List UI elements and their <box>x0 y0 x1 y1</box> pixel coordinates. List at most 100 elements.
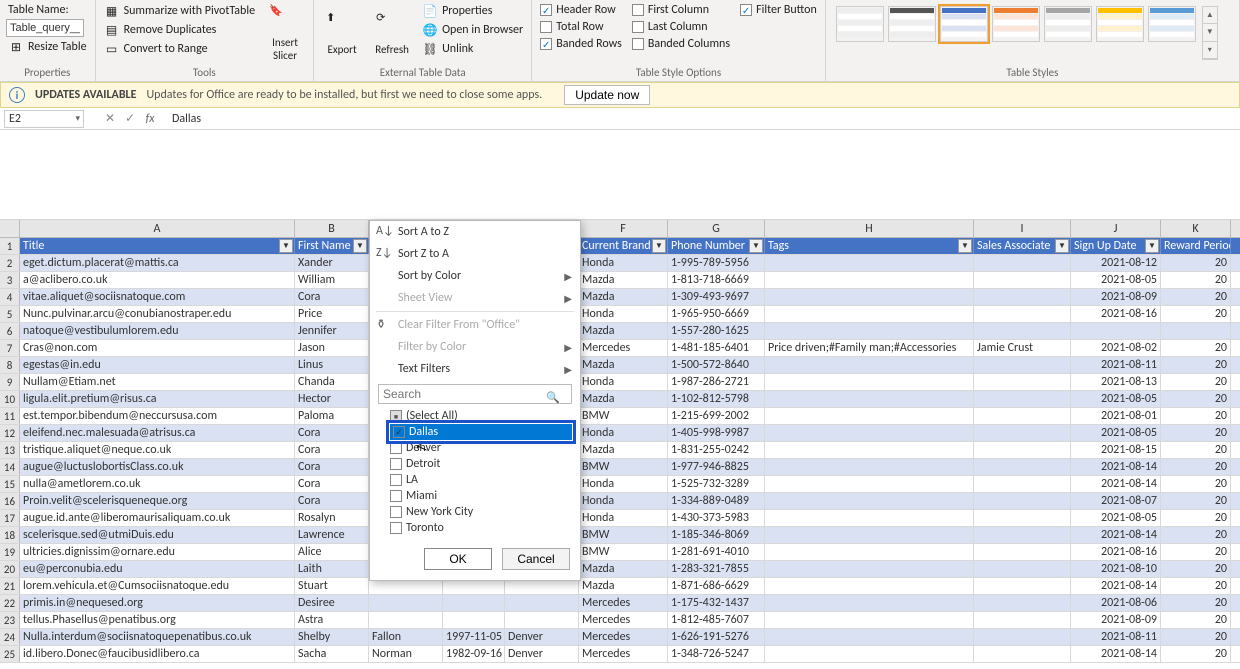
cell[interactable]: 2021-08-09 <box>1071 612 1161 628</box>
name-box[interactable]: E2 <box>4 110 84 128</box>
row-header[interactable]: 4 <box>0 289 20 305</box>
cell[interactable]: 20 <box>1161 425 1231 441</box>
cell[interactable] <box>765 510 974 526</box>
cell[interactable]: eu@perconubia.edu <box>20 561 295 577</box>
cell[interactable]: 20 <box>1161 612 1231 628</box>
row-header[interactable]: 24 <box>0 629 20 645</box>
cell[interactable] <box>369 595 443 611</box>
cell[interactable]: 2021-08-05 <box>1071 391 1161 407</box>
row-header[interactable]: 1 <box>0 238 20 254</box>
cell[interactable]: 2021-08-14 <box>1071 646 1161 662</box>
cell[interactable] <box>765 374 974 390</box>
cell[interactable]: 1-348-726-5247 <box>668 646 765 662</box>
cell[interactable]: 2021-08-14 <box>1071 459 1161 475</box>
cell[interactable] <box>974 561 1071 577</box>
cell[interactable] <box>765 527 974 543</box>
cell[interactable] <box>765 493 974 509</box>
cell[interactable]: Honda <box>579 306 668 322</box>
cell[interactable]: Honda <box>579 493 668 509</box>
filter-value-toronto[interactable]: Toronto <box>390 520 572 536</box>
cell[interactable]: BMW <box>579 408 668 424</box>
worksheet-grid[interactable]: A B C D E F G H I J K 1 Title▼ First Nam… <box>0 220 1240 663</box>
cell[interactable]: 2021-08-16 <box>1071 306 1161 322</box>
cell[interactable]: 20 <box>1161 391 1231 407</box>
filter-arrow-icon[interactable]: ▼ <box>749 239 763 253</box>
cell[interactable]: Laith <box>295 561 369 577</box>
filter-value-denver[interactable]: Denver <box>390 440 572 456</box>
cell[interactable]: 1-626-191-5276 <box>668 629 765 645</box>
cell[interactable] <box>765 408 974 424</box>
last-column-checkbox[interactable]: Last Column <box>630 19 732 35</box>
cell[interactable]: 20 <box>1161 357 1231 373</box>
cell[interactable] <box>765 459 974 475</box>
cell[interactable]: 1-557-280-1625 <box>668 323 765 339</box>
row-header[interactable]: 8 <box>0 357 20 373</box>
cell[interactable]: Mazda <box>579 578 668 594</box>
cell[interactable]: Linus <box>295 357 369 373</box>
cell[interactable]: Paloma <box>295 408 369 424</box>
row-header[interactable]: 14 <box>0 459 20 475</box>
header-row-checkbox[interactable]: Header Row <box>538 2 624 18</box>
cell[interactable] <box>974 629 1071 645</box>
filter-search-input[interactable] <box>378 384 572 404</box>
header-cell[interactable]: Sign Up Date▼ <box>1071 238 1161 254</box>
sort-az-button[interactable]: A↓Sort A to Z <box>370 221 580 243</box>
cell[interactable]: Mercedes <box>579 595 668 611</box>
cell[interactable]: scelerisque.sed@utmiDuis.edu <box>20 527 295 543</box>
cell[interactable] <box>974 306 1071 322</box>
cell[interactable]: Nulla.interdum@sociisnatoquepenatibus.co… <box>20 629 295 645</box>
cell[interactable]: 1-987-286-2721 <box>668 374 765 390</box>
cell[interactable] <box>974 578 1071 594</box>
cell[interactable]: Price <box>295 306 369 322</box>
cell[interactable]: augue.id.ante@liberomaurisaliquam.co.uk <box>20 510 295 526</box>
cell[interactable]: 20 <box>1161 272 1231 288</box>
cell[interactable]: 1-995-789-5956 <box>668 255 765 271</box>
row-header[interactable]: 21 <box>0 578 20 594</box>
col-header[interactable]: B <box>295 220 369 237</box>
cell[interactable]: Cora <box>295 442 369 458</box>
cell[interactable]: 2021-08-13 <box>1071 374 1161 390</box>
row-header[interactable]: 7 <box>0 340 20 356</box>
cell[interactable]: nulla@ametlorem.co.uk <box>20 476 295 492</box>
style-swatch[interactable] <box>1096 6 1144 42</box>
filter-value-la[interactable]: LA <box>390 472 572 488</box>
header-cell[interactable]: Phone Number▼ <box>668 238 765 254</box>
cell[interactable]: Mazda <box>579 391 668 407</box>
cell[interactable]: 20 <box>1161 493 1231 509</box>
cell[interactable] <box>974 323 1071 339</box>
filter-value-miami[interactable]: Miami <box>390 488 572 504</box>
cell[interactable] <box>765 391 974 407</box>
cell[interactable] <box>765 442 974 458</box>
cell[interactable]: Nunc.pulvinar.arcu@conubianostraper.edu <box>20 306 295 322</box>
row-header[interactable]: 15 <box>0 476 20 492</box>
cell[interactable]: 20 <box>1161 561 1231 577</box>
cell[interactable]: BMW <box>579 459 668 475</box>
col-header[interactable]: F <box>579 220 668 237</box>
cell[interactable]: William <box>295 272 369 288</box>
cell[interactable] <box>765 544 974 560</box>
cell[interactable]: Mercedes <box>579 612 668 628</box>
cell[interactable]: Mercedes <box>579 646 668 662</box>
row-header[interactable]: 13 <box>0 442 20 458</box>
row-header[interactable]: 6 <box>0 323 20 339</box>
cell[interactable]: Astra <box>295 612 369 628</box>
cell[interactable]: Lawrence <box>295 527 369 543</box>
filter-value-detroit[interactable]: Detroit <box>390 456 572 472</box>
cell[interactable]: egestas@in.edu <box>20 357 295 373</box>
cell[interactable]: Cora <box>295 289 369 305</box>
cell[interactable]: 20 <box>1161 510 1231 526</box>
cell[interactable]: 20 <box>1161 544 1231 560</box>
cell[interactable]: Honda <box>579 374 668 390</box>
cell[interactable]: 1-430-373-5983 <box>668 510 765 526</box>
cell[interactable]: Alice <box>295 544 369 560</box>
row-header[interactable]: 2 <box>0 255 20 271</box>
gallery-scroll[interactable]: ▲▼▾ <box>1202 6 1218 60</box>
unlink-button[interactable]: ⛓Unlink <box>420 40 525 58</box>
cell[interactable]: 2021-08-06 <box>1071 595 1161 611</box>
cell[interactable] <box>765 255 974 271</box>
cell[interactable]: 20 <box>1161 442 1231 458</box>
col-header[interactable]: H <box>765 220 974 237</box>
col-header[interactable]: I <box>974 220 1071 237</box>
cell[interactable]: 1-215-699-2002 <box>668 408 765 424</box>
style-swatch[interactable] <box>888 6 936 42</box>
